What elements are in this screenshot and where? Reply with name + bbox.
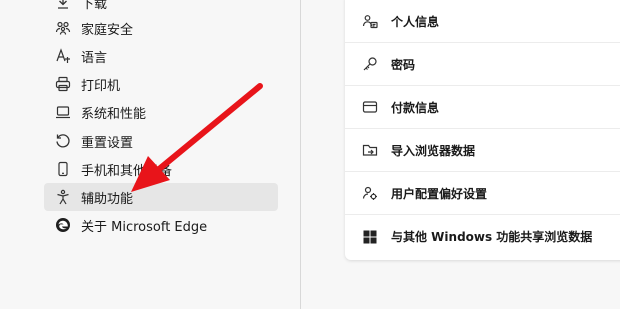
card-icon [361,98,379,116]
row-import-data[interactable]: 导入浏览器数据 [345,129,620,172]
sidebar-item-label: 辅助功能 [81,191,134,207]
key-icon [361,55,379,73]
row-label: 付款信息 [391,100,440,115]
row-label: 密码 [391,57,416,72]
row-profile-preferences[interactable]: 用户配置偏好设置 [345,172,620,215]
sidebar-item-label: 家庭安全 [81,22,134,38]
sidebar-item-about[interactable]: 关于 Microsoft Edge [44,211,278,239]
profile-settings-icon [361,184,379,202]
row-label: 个人信息 [391,14,440,29]
sidebar-item-printers[interactable]: 打印机 [44,70,278,98]
row-personal-info[interactable]: 个人信息 [345,0,620,43]
laptop-icon [54,103,72,121]
language-icon [54,47,72,65]
sidebar-item-languages[interactable]: 语言 [44,42,278,70]
row-share-windows-data[interactable]: 与其他 Windows 功能共享浏览数据 [345,215,620,258]
printer-icon [54,75,72,93]
row-payment-info[interactable]: 付款信息 [345,86,620,129]
row-passwords[interactable]: 密码 [345,43,620,86]
profile-settings-card: 个人信息 密码 付款信息 导入浏览器数据 用户配置偏好设置 与其他 Window… [345,0,620,260]
settings-sidebar: 下载 家庭安全 语言 打印机 系统和性能 重置设置 手机和其他设备 辅助功能 关… [0,0,300,309]
sidebar-item-phone[interactable]: 手机和其他设备 [44,155,278,183]
sidebar-item-accessibility[interactable]: 辅助功能 [44,183,278,211]
sidebar-item-label: 系统和性能 [81,106,147,122]
download-icon [54,0,72,11]
sidebar-item-reset[interactable]: 重置设置 [44,127,278,155]
family-icon [54,19,72,37]
accessibility-icon [54,188,72,206]
reset-icon [54,132,72,150]
sidebar-item-label: 打印机 [81,78,121,94]
person-card-icon [361,12,379,30]
sidebar-item-system[interactable]: 系统和性能 [44,98,278,126]
settings-main-pane: 个人信息 密码 付款信息 导入浏览器数据 用户配置偏好设置 与其他 Window… [301,0,620,309]
windows-icon [361,228,379,246]
row-label: 与其他 Windows 功能共享浏览数据 [391,230,593,244]
sidebar-item-label: 重置设置 [81,135,134,151]
sidebar-item-label: 手机和其他设备 [81,163,173,179]
sidebar-item-label: 语言 [81,50,108,66]
sidebar-item-family-safety[interactable]: 家庭安全 [44,14,278,42]
row-label: 导入浏览器数据 [391,143,476,158]
import-icon [361,141,379,159]
sidebar-item-label: 关于 Microsoft Edge [81,219,208,235]
sidebar-item-label: 下载 [81,0,108,12]
phone-icon [54,160,72,178]
row-label: 用户配置偏好设置 [391,186,488,201]
edge-icon [54,216,72,234]
